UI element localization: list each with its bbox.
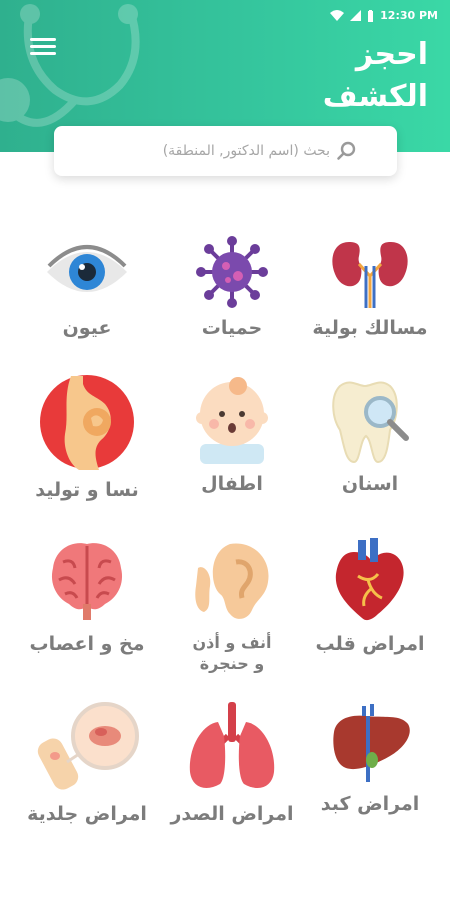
category-cardiology[interactable]: امراض قلب xyxy=(295,538,445,656)
category-label: اسنان xyxy=(341,473,399,495)
category-dermatology[interactable]: امراض جلدية xyxy=(12,702,162,826)
app-title-line2: الكشف xyxy=(322,79,428,114)
category-gynecology[interactable]: نسا و توليد xyxy=(12,374,162,502)
hamburger-icon-bar xyxy=(30,38,56,41)
pregnancy-icon xyxy=(40,375,134,470)
category-label: امراض جلدية xyxy=(27,803,147,825)
kidneys-icon xyxy=(332,242,408,308)
category-label: امراض كبد xyxy=(320,793,420,815)
signal-icon xyxy=(350,10,362,21)
skin-icon xyxy=(37,702,139,790)
category-pulmonology[interactable]: امراض الصدر xyxy=(157,702,307,826)
category-label: امراض الصدر xyxy=(170,803,294,825)
category-label: امراض قلب xyxy=(315,633,425,655)
tooth-icon xyxy=(332,381,409,464)
status-bar: 12:30 PM xyxy=(0,0,450,32)
category-label-line1: أنف و أذن xyxy=(192,633,272,652)
search-icon xyxy=(337,141,356,160)
category-label: اطفال xyxy=(201,473,263,495)
category-label: مخ و اعصاب xyxy=(29,633,145,655)
category-ent[interactable]: أنف و أذن و حنجرة xyxy=(157,538,307,674)
category-pediatrics[interactable]: اطفال xyxy=(157,374,307,496)
category-label: أنف و أذن و حنجرة xyxy=(157,632,307,674)
category-label: حميات xyxy=(201,317,263,339)
heart-icon xyxy=(335,538,404,621)
category-label-line2: و حنجرة xyxy=(199,654,265,673)
lungs-icon xyxy=(189,702,275,788)
category-hepatology[interactable]: امراض كبد xyxy=(295,702,445,816)
baby-icon xyxy=(196,377,268,464)
category-urology[interactable]: مسالك بولية xyxy=(295,236,445,340)
ear-icon xyxy=(195,543,269,619)
hamburger-icon-bar xyxy=(30,52,56,55)
search-bar[interactable] xyxy=(54,126,397,176)
category-fevers[interactable]: حميات xyxy=(157,236,307,340)
status-time: 12:30 PM xyxy=(380,9,438,22)
app-title-line1: احجز xyxy=(355,37,428,72)
search-input[interactable] xyxy=(68,142,332,160)
hamburger-icon-bar xyxy=(30,45,56,48)
virus-icon xyxy=(196,236,268,308)
menu-button[interactable] xyxy=(26,34,60,64)
wifi-icon xyxy=(330,10,345,21)
app-title: احجز الكشف xyxy=(323,34,428,118)
liver-icon xyxy=(333,704,410,782)
category-label: نسا و توليد xyxy=(35,479,139,501)
battery-icon xyxy=(368,9,374,22)
category-dentistry[interactable]: اسنان xyxy=(295,374,445,496)
eye-icon xyxy=(47,245,127,292)
category-label: عيون xyxy=(62,317,112,339)
brain-icon xyxy=(51,543,123,620)
category-neurology[interactable]: مخ و اعصاب xyxy=(12,538,162,656)
category-label: مسالك بولية xyxy=(312,317,428,339)
category-eyes[interactable]: عيون xyxy=(12,236,162,340)
